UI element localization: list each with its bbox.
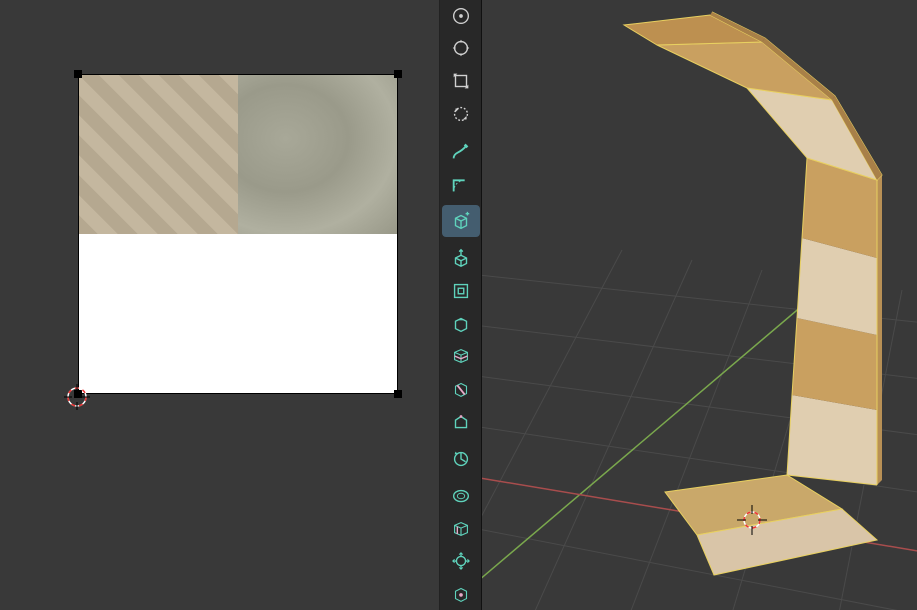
tool-edge-slide-button[interactable]	[442, 513, 480, 545]
uv-texture-image[interactable]	[78, 74, 398, 394]
tool-spin-button[interactable]	[442, 443, 480, 475]
tool-push-pull-button[interactable]	[442, 578, 480, 610]
tool-loop-cut-button[interactable]	[442, 340, 480, 372]
tool-transform-button[interactable]	[442, 33, 480, 65]
tool-add-cube-button[interactable]	[442, 205, 480, 237]
viewport-3d[interactable]	[482, 0, 917, 610]
tool-poly-build-button[interactable]	[442, 406, 480, 438]
uv-corner-handle[interactable]	[74, 70, 82, 78]
tool-annotate-button[interactable]	[442, 135, 480, 167]
viewport-toolbar	[440, 0, 482, 610]
tool-shrink-fatten-button[interactable]	[442, 546, 480, 578]
uv-image-bounds[interactable]	[78, 74, 398, 394]
tool-scale-button[interactable]	[442, 65, 480, 97]
tool-extrude-region-button[interactable]	[442, 242, 480, 274]
tool-inset-faces-button[interactable]	[442, 275, 480, 307]
uv-corner-handle[interactable]	[74, 390, 82, 398]
tool-cursor-button[interactable]	[442, 0, 480, 32]
uv-corner-handle[interactable]	[394, 70, 402, 78]
uv-image-editor-panel[interactable]	[0, 0, 440, 610]
uv-corner-handle[interactable]	[394, 390, 402, 398]
viewport-3d-scene[interactable]	[482, 0, 917, 610]
tool-smooth-button[interactable]	[442, 480, 480, 512]
tool-bevel-button[interactable]	[442, 308, 480, 340]
texture-tile-left	[79, 75, 238, 234]
tool-knife-button[interactable]	[442, 373, 480, 405]
texture-tile-right	[238, 75, 397, 234]
tool-measure-button[interactable]	[442, 168, 480, 200]
tool-shear-button[interactable]	[442, 98, 480, 130]
